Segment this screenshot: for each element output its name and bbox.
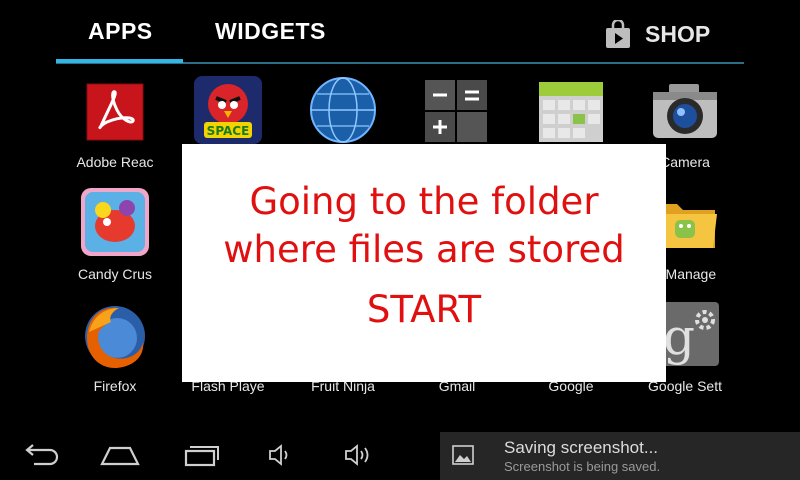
angry-birds-space-icon: SPACE <box>192 74 264 146</box>
tab-bar: APPS WIDGETS SHOP <box>0 0 800 64</box>
app-label: Candy Crus <box>78 266 152 282</box>
tab-widgets[interactable]: WIDGETS <box>215 18 326 45</box>
app-label: Adobe Reac <box>76 154 154 170</box>
screenshot-notification[interactable]: Saving screenshot... Screenshot is being… <box>440 432 800 480</box>
notification-title: Saving screenshot... <box>504 438 659 457</box>
calendar-icon <box>535 74 607 146</box>
shopping-bag-icon <box>605 18 631 48</box>
shop-label: SHOP <box>645 20 711 47</box>
recent-apps-icon[interactable] <box>182 440 222 470</box>
tab-active-indicator <box>56 59 183 63</box>
instruction-overlay: Going to the folder where files are stor… <box>182 144 666 382</box>
calculator-icon <box>421 74 493 146</box>
back-icon[interactable] <box>22 440 62 470</box>
volume-down-icon[interactable] <box>262 440 302 470</box>
browser-globe-icon <box>307 74 379 146</box>
app-adobe-reader[interactable]: Adobe Reac <box>58 70 172 182</box>
overlay-line-2: where files are stored <box>223 228 625 271</box>
svg-text:SPACE: SPACE <box>207 124 250 138</box>
overlay-line-1: Going to the folder <box>249 180 599 223</box>
adobe-reader-icon <box>79 74 151 146</box>
camera-icon <box>649 74 721 146</box>
home-icon[interactable] <box>100 440 140 470</box>
tab-apps[interactable]: APPS <box>88 18 153 45</box>
candy-crush-icon <box>79 186 151 258</box>
notification-subtitle: Screenshot is being saved. <box>504 459 661 474</box>
firefox-icon <box>79 298 151 370</box>
shop-button[interactable]: SHOP <box>605 18 710 50</box>
image-icon <box>452 444 474 466</box>
app-firefox[interactable]: Firefox <box>58 294 172 406</box>
app-candy-crush[interactable]: Candy Crus <box>58 182 172 294</box>
volume-up-icon[interactable] <box>338 440 378 470</box>
overlay-start: START <box>366 288 482 331</box>
svg-text:g: g <box>663 308 695 366</box>
app-label: Firefox <box>93 378 137 394</box>
